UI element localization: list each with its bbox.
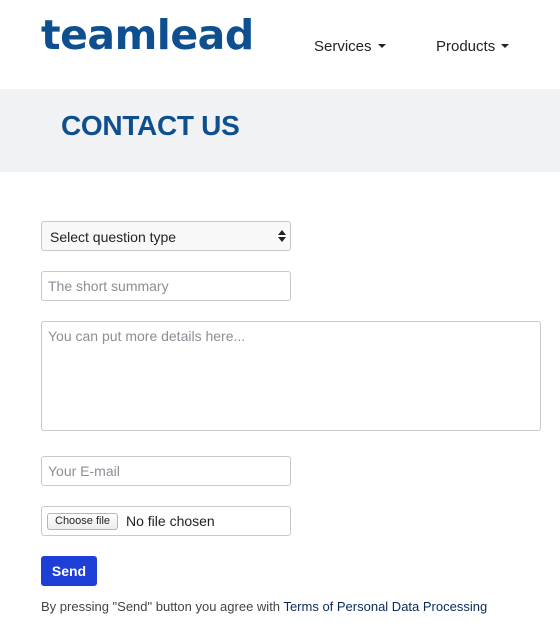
file-upload-field: Choose file No file chosen bbox=[41, 506, 291, 536]
question-type-select[interactable]: Select question type bbox=[41, 221, 291, 251]
email-input[interactable] bbox=[41, 456, 291, 486]
page-banner: CONTACT US bbox=[0, 89, 560, 172]
file-status-text: No file chosen bbox=[126, 513, 215, 529]
caret-down-icon bbox=[501, 44, 510, 48]
select-arrows-icon bbox=[278, 229, 286, 243]
send-button[interactable]: Send bbox=[41, 556, 97, 586]
summary-input[interactable] bbox=[41, 271, 291, 301]
choose-file-button[interactable]: Choose file bbox=[47, 513, 119, 530]
caret-down-icon bbox=[377, 44, 386, 48]
terms-link[interactable]: Terms of Personal Data Processing bbox=[283, 599, 487, 614]
nav-services-dropdown[interactable]: Services bbox=[314, 38, 386, 55]
details-textarea[interactable] bbox=[41, 321, 541, 431]
nav-products-dropdown[interactable]: Products bbox=[436, 38, 510, 55]
page-title: CONTACT US bbox=[61, 110, 240, 141]
nav-services-label: Services bbox=[314, 38, 372, 55]
question-type-selected-value: Select question type bbox=[50, 229, 177, 245]
consent-note: By pressing "Send" button you agree with… bbox=[41, 599, 487, 614]
consent-text: By pressing "Send" button you agree with bbox=[41, 599, 281, 614]
nav-products-label: Products bbox=[436, 38, 496, 55]
site-header: teamlead Services Products bbox=[0, 0, 560, 89]
teamlead-logo[interactable]: teamlead bbox=[41, 8, 254, 62]
